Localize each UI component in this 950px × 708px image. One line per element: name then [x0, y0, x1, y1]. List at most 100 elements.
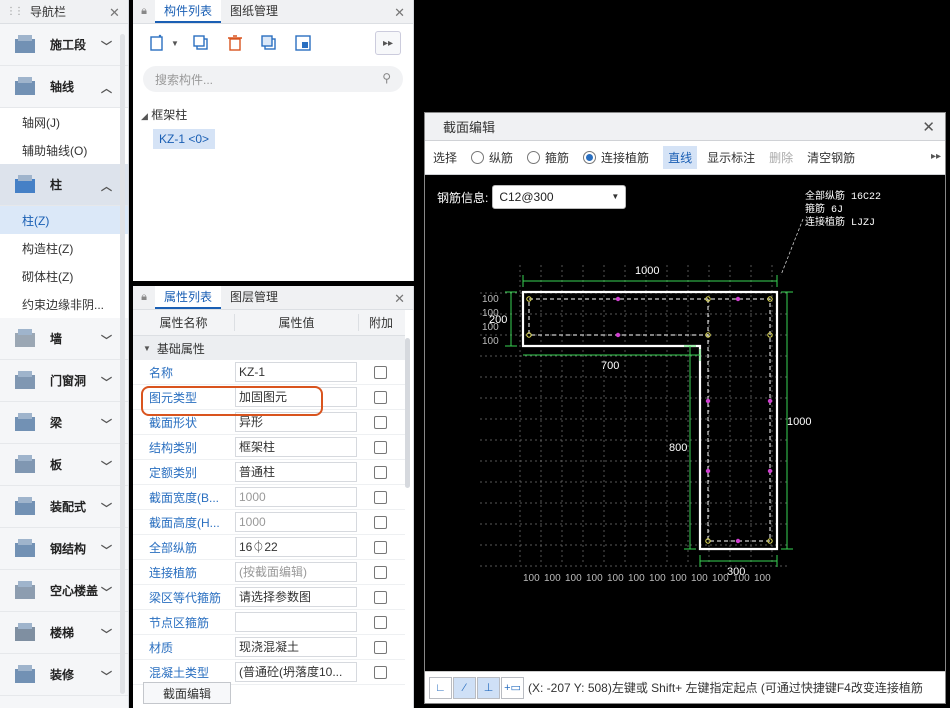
chevron-up-icon[interactable]: ︿: [101, 80, 112, 96]
tab-component-list[interactable]: 构件列表: [155, 0, 222, 23]
radio-connect-plant[interactable]: 连接植筋: [583, 149, 649, 166]
property-value-field[interactable]: 现浇混凝土: [235, 637, 357, 657]
search-icon[interactable]: ⚲: [382, 71, 391, 85]
tab-layer-management[interactable]: 图层管理: [221, 286, 287, 309]
property-value-field[interactable]: 1000: [235, 512, 357, 532]
chevron-down-icon[interactable]: ﹀: [101, 458, 112, 474]
nav-category[interactable]: 轴线 ︿: [0, 66, 128, 108]
tab-drawing-management[interactable]: 图纸管理: [221, 0, 287, 23]
section-drawing[interactable]: 10002007001000800300100100100100100 100 10…: [425, 175, 945, 671]
collapse-icon[interactable]: ▼: [143, 344, 151, 353]
properties-scrollbar[interactable]: [405, 338, 410, 488]
close-icon[interactable]: ✕: [394, 5, 405, 21]
lock-icon[interactable]: 🔒︎: [133, 291, 155, 304]
nav-category[interactable]: 施工段 ﹀: [0, 24, 128, 66]
property-value-field[interactable]: 16⏀22: [235, 537, 357, 557]
nav-category[interactable]: 墙 ﹀: [0, 318, 128, 360]
show-marks-button[interactable]: 显示标注: [707, 149, 755, 166]
search-input[interactable]: 搜索构件... ⚲: [143, 66, 403, 92]
chevron-down-icon[interactable]: ﹀: [101, 500, 112, 516]
side-bar[interactable]: [735, 538, 741, 544]
new-component-icon[interactable]: [145, 31, 169, 55]
property-value-field[interactable]: [235, 612, 357, 632]
attach-checkbox[interactable]: [374, 415, 387, 429]
property-value-field[interactable]: (按截面编辑): [235, 562, 357, 582]
side-bar[interactable]: [615, 332, 621, 338]
chevron-up-icon[interactable]: ︿: [101, 178, 112, 194]
side-bar[interactable]: [767, 398, 773, 404]
chevron-down-icon[interactable]: ﹀: [101, 584, 112, 600]
nav-category[interactable]: 板 ﹀: [0, 444, 128, 486]
attach-checkbox[interactable]: [374, 640, 387, 654]
more-button[interactable]: ▸▸: [375, 31, 401, 55]
close-icon[interactable]: ✕: [109, 5, 120, 21]
nav-category[interactable]: 装修 ﹀: [0, 654, 128, 696]
radio-stirrup[interactable]: 箍筋: [527, 149, 569, 166]
attach-checkbox[interactable]: [374, 440, 387, 454]
radio-icon[interactable]: [527, 151, 541, 164]
delete-icon[interactable]: [223, 31, 247, 55]
lock-icon[interactable]: 🔒︎: [133, 5, 155, 18]
radio-icon[interactable]: [583, 151, 597, 164]
clear-steel-button[interactable]: 清空钢筋: [807, 149, 855, 166]
copy-icon[interactable]: [189, 31, 213, 55]
radio-longitudinal[interactable]: 纵筋: [471, 149, 513, 166]
select-tool[interactable]: 选择: [433, 149, 457, 166]
delete-button[interactable]: 删除: [769, 149, 793, 166]
tree-group[interactable]: ◢ 框架柱: [141, 106, 413, 123]
chevron-down-icon[interactable]: ﹀: [101, 374, 112, 390]
property-value-field[interactable]: 普通柱: [235, 462, 357, 482]
nav-category[interactable]: 楼梯 ﹀: [0, 612, 128, 654]
section-outline[interactable]: [521, 290, 779, 551]
attach-checkbox[interactable]: [374, 665, 387, 679]
side-bar[interactable]: [615, 296, 621, 302]
expand-icon[interactable]: ◢: [141, 111, 148, 121]
side-bar[interactable]: [767, 468, 773, 474]
ortho-icon[interactable]: ∟: [429, 676, 452, 699]
section-edit-button[interactable]: 截面编辑: [143, 682, 231, 704]
chevron-down-icon[interactable]: ﹀: [101, 332, 112, 348]
radio-icon[interactable]: [471, 151, 485, 164]
property-value-field[interactable]: 框架柱: [235, 437, 357, 457]
attach-checkbox[interactable]: [374, 490, 387, 504]
copy-to-floor-icon[interactable]: [257, 31, 281, 55]
nav-sub-item[interactable]: 砌体柱(Z): [0, 262, 128, 290]
section-canvas[interactable]: 钢筋信息: C12@300 ▼ 1000 200 700 1000 800 300 100 1…: [425, 175, 945, 671]
snap-icon[interactable]: +▭: [501, 676, 524, 699]
nav-category[interactable]: 柱 ︿: [0, 164, 128, 206]
nav-sub-item[interactable]: 约束边缘非阴...: [0, 290, 128, 318]
perpendicular-icon[interactable]: ⊥: [477, 676, 500, 699]
nav-sub-item[interactable]: 辅助轴线(O): [0, 136, 128, 164]
tab-property-list[interactable]: 属性列表: [155, 286, 222, 309]
attach-checkbox[interactable]: [374, 615, 387, 629]
nav-category[interactable]: 空心楼盖 ﹀: [0, 570, 128, 612]
tree-item-kz1[interactable]: KZ-1 <0>: [153, 129, 216, 149]
more-icon[interactable]: ▸▸: [931, 151, 941, 162]
nav-category[interactable]: 装配式 ﹀: [0, 486, 128, 528]
attach-checkbox[interactable]: [374, 540, 387, 554]
nav-category[interactable]: 门窗洞 ﹀: [0, 360, 128, 402]
side-bar[interactable]: [705, 468, 711, 474]
chevron-down-icon[interactable]: ﹀: [101, 416, 112, 432]
chevron-down-icon[interactable]: ﹀: [101, 668, 112, 684]
close-icon[interactable]: ✕: [922, 118, 935, 136]
attach-checkbox[interactable]: [374, 365, 387, 379]
attach-checkbox[interactable]: [374, 590, 387, 604]
nav-scrollbar[interactable]: [120, 34, 125, 694]
property-value-field[interactable]: (普通砼(坍落度10...: [235, 662, 357, 682]
nav-sub-item[interactable]: 构造柱(Z): [0, 234, 128, 262]
layer-icon[interactable]: [291, 31, 315, 55]
side-bar[interactable]: [735, 296, 741, 302]
property-value-field[interactable]: 请选择参数图: [235, 587, 357, 607]
nav-sub-item[interactable]: 柱(Z): [0, 206, 128, 234]
side-bar[interactable]: [705, 398, 711, 404]
attach-checkbox[interactable]: [374, 565, 387, 579]
chevron-down-icon[interactable]: ▼: [171, 39, 179, 48]
attach-checkbox[interactable]: [374, 515, 387, 529]
nav-category[interactable]: 梁 ﹀: [0, 402, 128, 444]
chevron-down-icon[interactable]: ﹀: [101, 626, 112, 642]
close-icon[interactable]: ✕: [394, 291, 405, 307]
line-icon[interactable]: ⁄: [453, 676, 476, 699]
attach-checkbox[interactable]: [374, 390, 387, 404]
property-value-field[interactable]: 1000: [235, 487, 357, 507]
